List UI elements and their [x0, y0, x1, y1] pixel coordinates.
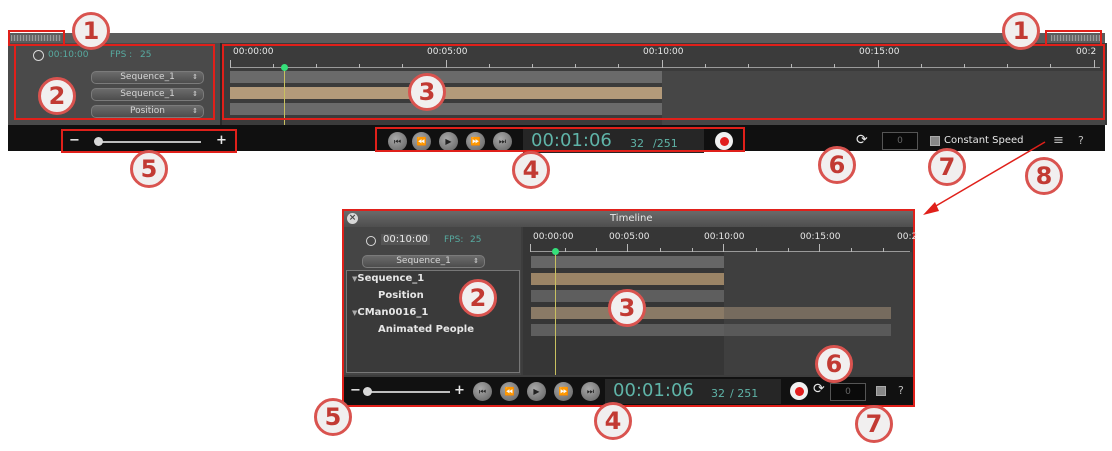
ruler-label: 00:10:00	[704, 232, 745, 242]
window-constant-speed-checkbox[interactable]	[876, 386, 886, 396]
highlight-tracks	[222, 44, 1105, 120]
tree-item-sequence[interactable]: ▼Sequence_1	[352, 273, 424, 284]
record-icon	[794, 386, 804, 396]
callout-1-right: 1	[1002, 12, 1040, 50]
pointer-arrow	[923, 141, 1046, 215]
window-sequence-track[interactable]	[531, 256, 724, 268]
window-playhead-handle-icon[interactable]	[552, 248, 559, 255]
tree-item-animated-people[interactable]: Animated People	[378, 324, 474, 335]
window-go-to-start-button[interactable]: ⏮	[473, 382, 492, 401]
track-tree-list	[346, 270, 520, 373]
window-help-button[interactable]: ?	[898, 384, 904, 397]
loop-icon[interactable]: ⟳	[856, 132, 868, 148]
dropdown-arrow-icon: ⇕	[473, 257, 479, 265]
tree-item-cman[interactable]: ▼CMan0016_1	[352, 307, 428, 318]
window-zoom-slider-thumb[interactable]	[363, 387, 372, 396]
play-icon: ▶	[533, 387, 540, 396]
window-rewind-button[interactable]: ⏪	[500, 382, 519, 401]
window-frame-total: / 251	[730, 387, 759, 400]
window-sequence-dropdown[interactable]: Sequence_1 ⇕	[362, 255, 485, 268]
callout-5-window: 5	[314, 398, 352, 436]
callout-6-window: 6	[815, 345, 853, 383]
window-timecode-value: 00:01:06	[613, 380, 694, 401]
callout-1-left: 1	[72, 12, 110, 50]
close-window-icon[interactable]: ×	[347, 213, 358, 224]
window-frame-current: 32	[711, 387, 725, 400]
fast-forward-icon: ⏩	[558, 387, 569, 396]
loop-count-input[interactable]: 0	[882, 132, 918, 150]
ruler-label: 00:15:00	[800, 232, 841, 242]
top-resize-bar[interactable]	[8, 33, 1105, 43]
window-zoom-slider-track[interactable]	[365, 391, 450, 393]
window-loop-icon[interactable]: ⟳	[813, 381, 825, 397]
callout-4: 4	[512, 151, 550, 189]
callout-6: 6	[818, 146, 856, 184]
callout-2-window: 2	[459, 279, 497, 317]
skip-start-icon: ⏮	[478, 386, 487, 396]
stopwatch-icon	[366, 236, 376, 246]
callout-2: 2	[38, 77, 76, 115]
window-record-button[interactable]	[790, 382, 808, 400]
callout-7-window: 7	[855, 405, 893, 443]
window-fps-label: FPS:	[444, 235, 464, 245]
window-position-track[interactable]	[531, 273, 724, 285]
highlight-transport	[375, 127, 745, 152]
callout-3-window: 3	[608, 289, 646, 327]
ruler-label: 00:05:00	[609, 232, 650, 242]
window-play-button[interactable]: ▶	[527, 382, 546, 401]
callout-5: 5	[130, 150, 168, 188]
window-fast-forward-button[interactable]: ⏩	[554, 382, 573, 401]
rewind-icon: ⏪	[504, 387, 515, 396]
window-title: Timeline	[610, 213, 653, 224]
skip-end-icon: ⏭	[586, 386, 595, 396]
help-button[interactable]: ?	[1078, 134, 1084, 147]
window-duration-value: 00:10:00	[381, 234, 430, 245]
window-go-to-end-button[interactable]: ⏭	[581, 382, 600, 401]
callout-4-window: 4	[594, 402, 632, 440]
window-zoom-out-button[interactable]: −	[350, 383, 361, 398]
window-loop-count-input[interactable]: 0	[830, 383, 866, 401]
tree-item-position[interactable]: Position	[378, 290, 424, 301]
window-fps-value: 25	[470, 235, 482, 245]
ruler-label: 00:00:00	[533, 232, 574, 242]
window-playhead-line[interactable]	[555, 251, 556, 375]
window-zoom-in-button[interactable]: +	[454, 383, 465, 398]
ruler-label: 00:2	[897, 232, 918, 242]
callout-3: 3	[408, 73, 446, 111]
